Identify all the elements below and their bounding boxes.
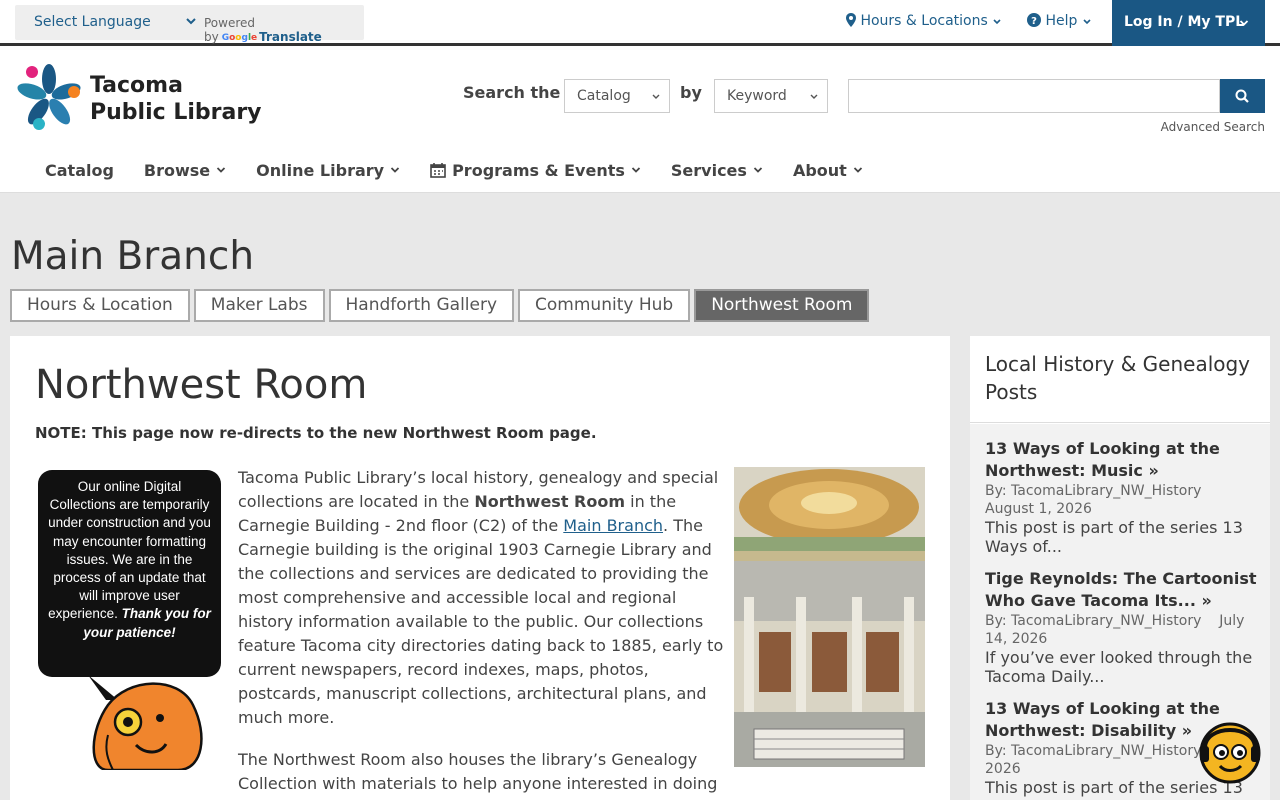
double-chevron-right-icon: »	[1201, 591, 1212, 610]
nav-catalog[interactable]: Catalog	[45, 161, 114, 180]
chevron-down-icon	[186, 18, 196, 25]
site-header: Tacoma Public Library Search the Catalog…	[0, 46, 1280, 193]
post-title-link[interactable]: Tige Reynolds: The Cartoonist Who Gave T…	[985, 569, 1257, 610]
chevron-down-icon	[853, 167, 862, 173]
svg-text:?: ?	[1031, 16, 1037, 27]
main-branch-link[interactable]: Main Branch	[563, 516, 663, 535]
chevron-down-icon	[1239, 20, 1249, 26]
post-excerpt: This post is part of the series 13 Ways …	[985, 518, 1243, 556]
post-author: By: TacomaLibrary_NW_History	[985, 483, 1202, 499]
chevron-down-icon	[753, 167, 763, 173]
calendar-icon	[430, 163, 446, 178]
chevron-down-icon	[993, 19, 1001, 25]
main-content-card: Northwest Room NOTE: This page now re-di…	[10, 336, 950, 800]
body-paragraph-2: The Northwest Room also houses the libra…	[238, 750, 720, 800]
double-chevron-right-icon: »	[1181, 721, 1193, 740]
page-title: Northwest Room	[35, 362, 368, 408]
search-input[interactable]	[848, 79, 1220, 113]
branch-tabs: Hours & Location Maker Labs Handforth Ga…	[10, 289, 873, 322]
language-select-label[interactable]: Select Language	[34, 14, 151, 30]
redirect-note: NOTE: This page now re-directs to the ne…	[35, 424, 597, 442]
chevron-down-icon	[217, 167, 226, 173]
divider	[970, 422, 1270, 423]
tab-handforth-gallery[interactable]: Handforth Gallery	[328, 289, 515, 322]
search-icon	[1235, 89, 1249, 103]
question-circle-icon: ?	[1027, 13, 1041, 27]
by-label: by	[680, 83, 702, 102]
speech-bubble: Our online Digital Collections are tempo…	[38, 470, 221, 677]
search-button[interactable]	[1220, 79, 1265, 113]
tab-maker-labs[interactable]: Maker Labs	[193, 289, 325, 322]
construction-notice: Our online Digital Collections are tempo…	[38, 470, 228, 770]
mascot-illustration	[88, 675, 203, 770]
help-link[interactable]: ? Help	[1027, 13, 1092, 29]
post-excerpt: If you’ve ever looked through the Tacoma…	[985, 648, 1253, 686]
chevron-down-icon	[1083, 19, 1091, 25]
search-scope-select[interactable]: Catalog	[564, 79, 670, 113]
post-item: 13 Ways of Looking at the Northwest: Mus…	[985, 438, 1257, 556]
chevron-down-icon	[390, 167, 400, 173]
search-type-select[interactable]: Keyword	[714, 79, 828, 113]
nav-services[interactable]: Services	[671, 161, 763, 180]
nav-online-library[interactable]: Online Library	[256, 161, 400, 180]
language-selector[interactable]: Select Language Powered by Google Translat…	[15, 5, 364, 44]
body-text: Tacoma Public Library’s local history, g…	[238, 466, 724, 800]
library-logo-icon[interactable]	[14, 62, 84, 132]
google-logo: Google	[221, 33, 258, 43]
main-nav: Catalog Browse Online Library Programs &…	[45, 158, 893, 182]
post-title-link[interactable]: 13 Ways of Looking at the Northwest: Mus…	[985, 439, 1220, 480]
post-title-link[interactable]: 13 Ways of Looking at the Northwest: Dis…	[985, 699, 1220, 740]
login-button[interactable]: Log In / My TPL	[1112, 0, 1265, 46]
tab-northwest-room[interactable]: Northwest Room	[694, 289, 870, 322]
nav-browse[interactable]: Browse	[144, 161, 226, 180]
hours-locations-link[interactable]: Hours & Locations	[846, 13, 1002, 29]
advanced-search-link[interactable]: Advanced Search	[1161, 120, 1265, 134]
sidebar-title: Local History & Genealogy Posts	[985, 352, 1251, 404]
body-paragraph-1: Tacoma Public Library’s local history, g…	[238, 468, 724, 727]
tab-community-hub[interactable]: Community Hub	[518, 289, 691, 322]
chevron-down-icon	[652, 94, 660, 99]
library-logo-text[interactable]: Tacoma Public Library	[90, 72, 262, 126]
utility-bar: Select Language Powered by Google Translat…	[0, 0, 1280, 46]
map-marker-icon	[846, 13, 856, 27]
post-date: August 1, 2026	[985, 501, 1092, 517]
chat-help-mascot-icon[interactable]	[1195, 716, 1265, 786]
northwest-room-illustration	[734, 467, 925, 767]
chevron-down-icon	[631, 167, 641, 173]
post-item: Tige Reynolds: The Cartoonist Who Gave T…	[985, 568, 1257, 686]
chevron-down-icon	[810, 94, 818, 99]
powered-by-label: Powered by Google Translate	[204, 16, 322, 44]
nav-programs-events[interactable]: Programs & Events	[430, 161, 641, 180]
nav-about[interactable]: About	[793, 161, 863, 180]
double-chevron-right-icon: »	[1148, 461, 1159, 480]
post-author: By: TacomaLibrary_NW_History July 14, 20…	[985, 613, 1245, 647]
tab-hours-location[interactable]: Hours & Location	[10, 289, 190, 322]
search-the-label: Search the	[463, 83, 561, 102]
translate-link[interactable]: Translate	[259, 30, 322, 44]
branch-title: Main Branch	[11, 234, 255, 279]
